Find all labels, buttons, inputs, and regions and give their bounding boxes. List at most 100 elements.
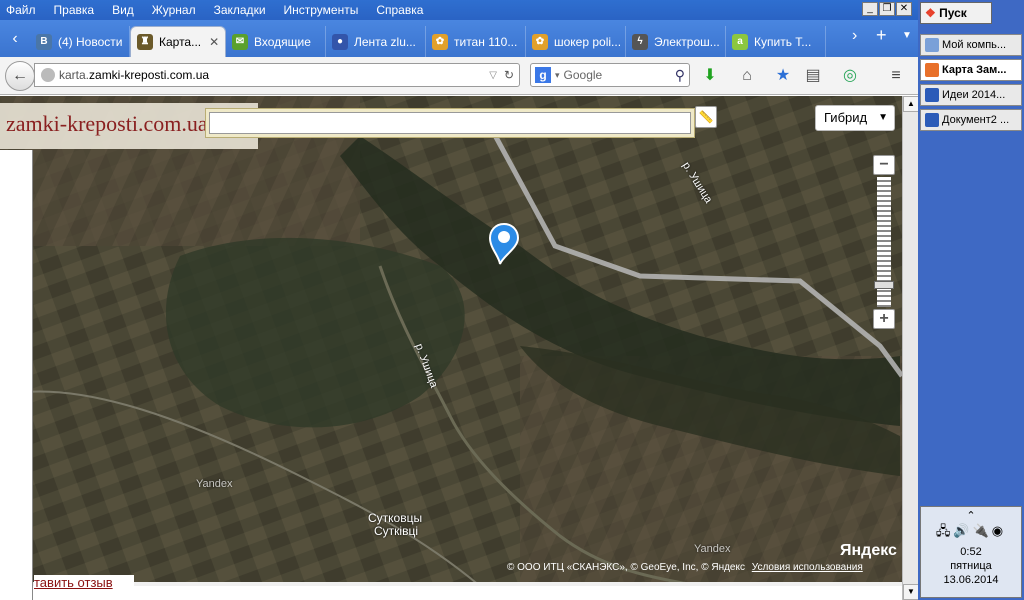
village-label-ru: Сутковцы xyxy=(368,511,423,525)
bolt-icon: ϟ xyxy=(632,33,648,50)
home-icon[interactable]: ⌂ xyxy=(737,66,757,86)
map-copyright: © ООО ИТЦ «СКАНЭКС», © GeoEye, Inc, © Ян… xyxy=(507,562,863,573)
leaf-icon: ✿ xyxy=(432,33,448,50)
feedback-link[interactable]: тавить отзыв xyxy=(34,575,134,590)
tab-scroll-right-icon[interactable]: › xyxy=(852,27,857,45)
scroll-down-arrow[interactable]: ▼ xyxy=(903,584,919,600)
taskbar-item-0[interactable]: Мой компь... xyxy=(920,34,1022,56)
url-domain: zamki-kreposti.com.ua xyxy=(89,68,210,82)
firefox-icon xyxy=(925,63,939,78)
village-label-ua: Сутківці xyxy=(374,524,418,538)
map-satellite-view[interactable] xyxy=(0,96,918,586)
url-prefix: karta. xyxy=(59,68,90,82)
menu-item-1[interactable]: Правка xyxy=(54,3,95,17)
map-search-input[interactable] xyxy=(209,112,691,134)
google-icon[interactable]: g xyxy=(535,67,551,83)
start-label: Пуск xyxy=(939,6,967,20)
tab-2[interactable]: ✉ Входящие xyxy=(226,26,326,57)
start-button[interactable]: ❖ Пуск xyxy=(920,2,992,24)
menu-item-0[interactable]: Файл xyxy=(6,3,36,17)
taskbar-item-1[interactable]: Карта Зам... xyxy=(920,59,1022,81)
word-icon xyxy=(925,113,939,128)
tab-list-icon[interactable]: ▼ xyxy=(902,30,912,41)
map-pin-icon[interactable] xyxy=(487,222,521,266)
addon-icon[interactable]: ◎ xyxy=(840,66,860,86)
minimize-button[interactable]: _ xyxy=(862,2,878,16)
tab-scroll-left-icon[interactable]: ‹ xyxy=(0,30,30,48)
search-icon[interactable]: ⚲ xyxy=(675,67,685,84)
new-tab-icon[interactable]: + xyxy=(876,25,887,46)
menu-icon[interactable]: ≡ xyxy=(886,66,906,86)
taskbar-item-3[interactable]: Документ2 ... xyxy=(920,109,1022,131)
chevron-down-icon: ▼ xyxy=(878,112,888,123)
map-search-field[interactable] xyxy=(205,108,695,138)
computer-icon xyxy=(925,38,939,53)
tab-label: титан 110... xyxy=(454,34,518,49)
bookmarks-list-icon[interactable]: ▤ xyxy=(803,66,823,86)
zoom-slider-thumb[interactable] xyxy=(874,281,894,289)
restore-button[interactable]: ❐ xyxy=(879,2,895,16)
globe-icon xyxy=(41,68,55,82)
navigation-bar: ← karta. zamki-kreposti.com.ua ▽ ↻ g ▾ Goo… xyxy=(0,57,918,95)
reload-icon[interactable]: ↻ xyxy=(504,68,514,82)
zoom-control[interactable]: − + xyxy=(873,155,895,335)
tab-label: Купить Т... xyxy=(754,34,812,49)
zoom-in-button[interactable]: + xyxy=(873,309,895,329)
close-window-button[interactable]: ✕ xyxy=(896,2,912,16)
abo-icon: a xyxy=(732,33,748,50)
vk-icon: В xyxy=(36,33,52,50)
close-tab-icon[interactable]: ✕ xyxy=(209,35,219,49)
zoom-out-button[interactable]: − xyxy=(873,155,895,175)
tray-icons[interactable]: 🖧🔊🔌◉ xyxy=(921,522,1021,544)
taskbar-item-label: Мой компь... xyxy=(942,39,1007,51)
castle-icon: ♜ xyxy=(137,34,153,50)
window-controls: _ ❐ ✕ xyxy=(862,2,912,16)
watermark-right: Yandex xyxy=(694,543,731,555)
tab-6[interactable]: ϟ Электрош... xyxy=(626,26,726,57)
url-dropdown-icon[interactable]: ▽ xyxy=(489,70,497,81)
system-tray: ⌃ 🖧🔊🔌◉ 0:52 пятница 13.06.2014 xyxy=(920,506,1022,598)
bookmark-star-icon[interactable]: ★ xyxy=(773,66,793,86)
taskbar-item-label: Документ2 ... xyxy=(942,114,1010,126)
leaf-icon: ✿ xyxy=(532,33,548,50)
tab-1[interactable]: ♜ Карта... ✕ xyxy=(130,26,226,57)
yandex-logo[interactable]: Яндекс xyxy=(840,542,897,560)
left-side-panel xyxy=(0,150,33,600)
site-title[interactable]: zamki-kreposti.com.ua xyxy=(6,111,208,136)
tab-7[interactable]: a Купить Т... xyxy=(726,26,826,57)
tab-label: (4) Новости xyxy=(58,34,123,49)
taskbar-item-label: Карта Зам... xyxy=(942,64,1007,76)
tray-expand-icon[interactable]: ⌃ xyxy=(921,509,1021,522)
map-type-label: Гибрид xyxy=(824,110,868,125)
download-icon[interactable]: ⬇ xyxy=(700,66,720,86)
user-icon: ● xyxy=(332,33,348,50)
scroll-up-arrow[interactable]: ▲ xyxy=(903,96,919,112)
menu-item-3[interactable]: Журнал xyxy=(152,3,196,17)
menu-bar: Файл Правка Вид Журнал Закладки Инструменты Сп… xyxy=(0,0,918,20)
address-bar[interactable]: karta. zamki-kreposti.com.ua ▽ ↻ xyxy=(34,63,520,87)
satellite-imagery xyxy=(0,96,918,586)
search-placeholder: Google xyxy=(563,68,603,82)
menu-item-4[interactable]: Закладки xyxy=(214,3,266,17)
menu-item-5[interactable]: Инструменты xyxy=(284,3,359,17)
watermark-left: Yandex xyxy=(196,478,233,490)
tab-4[interactable]: ✿ титан 110... xyxy=(426,26,526,57)
tab-5[interactable]: ✿ шокер poli... xyxy=(526,26,626,57)
menu-item-2[interactable]: Вид xyxy=(112,3,134,17)
search-bar[interactable]: g ▾ Google ⚲ xyxy=(530,63,690,87)
clock-time[interactable]: 0:52 xyxy=(921,546,1021,558)
taskbar-item-2[interactable]: Идеи 2014... xyxy=(920,84,1022,106)
ruler-icon[interactable]: 📏 xyxy=(695,106,717,128)
back-button[interactable]: ← xyxy=(5,60,35,91)
map-type-selector[interactable]: Гибрид ▼ xyxy=(815,105,895,131)
tab-bar: ‹ В (4) Новости ♜ Карта... ✕ ✉ Входящие ● Лента … xyxy=(0,20,918,57)
tab-label: Электрош... xyxy=(654,34,720,49)
tab-0[interactable]: В (4) Новости xyxy=(30,26,130,57)
copyright-text: © ООО ИТЦ «СКАНЭКС», © GeoEye, Inc, © Ян… xyxy=(507,562,745,573)
windows-logo-icon: ❖ xyxy=(925,6,936,20)
terms-link[interactable]: Условия использования xyxy=(752,562,863,573)
menu-item-6[interactable]: Справка xyxy=(376,3,423,17)
vertical-scrollbar[interactable]: ▲ ▼ xyxy=(902,96,919,600)
mail-icon: ✉ xyxy=(232,33,248,50)
tab-3[interactable]: ● Лента zlu... xyxy=(326,26,426,57)
